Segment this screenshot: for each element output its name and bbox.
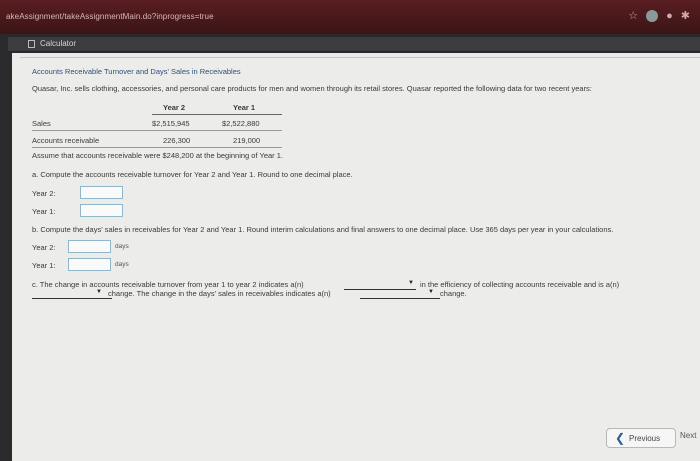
part-c-line1-end: in the efficiency of collecting accounts… [420,280,620,289]
extension-icon[interactable] [646,10,659,22]
table-cell: 219,000 [233,136,261,145]
divider [20,57,700,58]
problem-title: Accounts Receivable Turnover and Days' S… [32,67,241,76]
assumption-text: Assume that accounts receivable were $24… [32,151,284,160]
table-header-rule [152,114,282,115]
part-b-unit: days [115,261,129,268]
part-a-prompt: a. Compute the accounts receivable turno… [32,170,353,179]
part-b-prompt: b. Compute the days' sales in receivable… [32,225,614,234]
part-a-year1-input[interactable] [80,204,123,217]
chevron-down-icon: ▼ [408,280,414,286]
calculator-label: Calculator [40,39,77,48]
table-row-rule [32,130,282,131]
table-cell: 226,300 [163,136,191,145]
address-bar[interactable]: akeAssignment/takeAssignmentMain.do?inpr… [6,12,214,21]
star-icon[interactable]: ☆ [628,9,638,23]
part-c-line1-start: c. The change in accounts receivable tur… [32,280,304,289]
table-header-year2: Year 2 [163,103,186,112]
calculator-icon [28,40,35,48]
table-header-year1: Year 1 [233,103,256,112]
table-row-rule [32,147,282,148]
part-c-line2-start: change. The change in the days' sales in… [108,289,331,298]
browser-icons: ☆ ● ✱ [628,9,690,23]
question-pane: Accounts Receivable Turnover and Days' S… [12,53,700,461]
part-c-line2-end: change. [440,289,467,298]
part-a-label-year1: Year 1: [32,207,56,216]
table-row-label: Accounts receivable [32,136,100,145]
profile-icon[interactable]: ● [666,9,673,23]
table-row-label: Sales [32,119,51,128]
part-b-label-year2: Year 2: [32,243,56,252]
table-cell: $2,522,880 [222,119,260,128]
part-a-label-year2: Year 2: [32,189,56,198]
chevron-left-icon: ❮ [615,431,626,445]
previous-label: Previous [629,434,661,443]
part-b-year2-input[interactable] [68,240,111,253]
previous-button[interactable]: ❮ Previous [606,428,676,448]
part-b-year1-input[interactable] [68,258,111,271]
browser-toolbar: akeAssignment/takeAssignmentMain.do?inpr… [0,0,700,34]
table-cell: $2,515,945 [152,119,190,128]
chevron-down-icon: ▼ [96,289,102,295]
part-b-unit: days [115,243,129,250]
problem-intro: Quasar, Inc. sells clothing, accessories… [32,84,592,93]
bolt-icon[interactable]: ✱ [681,9,690,23]
calculator-bar[interactable]: Calculator [8,37,700,51]
next-button[interactable]: Next [680,431,696,440]
part-b-label-year1: Year 1: [32,261,56,270]
part-a-year2-input[interactable] [80,186,123,199]
chevron-down-icon: ▼ [428,289,434,295]
